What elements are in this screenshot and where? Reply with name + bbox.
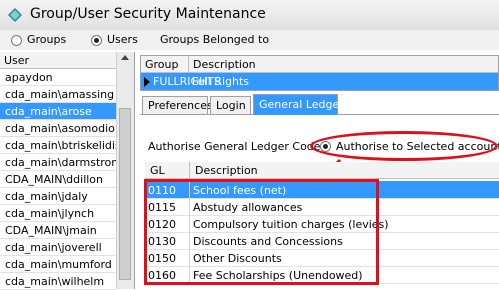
scroll-up-icon[interactable] xyxy=(121,55,129,60)
user-list-item[interactable]: cda_main\btriskelidis xyxy=(0,137,116,154)
group-column-header[interactable]: Group xyxy=(141,56,189,73)
user-list-item[interactable]: cda_main\arose xyxy=(0,103,116,120)
user-list-item[interactable]: cda_main\darmstrong xyxy=(0,154,116,171)
user-list-item[interactable]: cda_main\jdaly xyxy=(0,188,116,205)
row-pointer-icon xyxy=(144,77,150,87)
tab-preferences[interactable]: Preferences xyxy=(142,96,213,114)
groups-radio[interactable] xyxy=(11,35,22,46)
groups-belonged-label: Groups Belonged to xyxy=(160,33,270,46)
annotation-oval xyxy=(310,131,498,161)
authorise-gl-label: Authorise General Ledger Codes: xyxy=(148,140,330,153)
user-list-item[interactable]: cda_main\asomodio xyxy=(0,120,116,137)
groups-grid[interactable]: Group Description FULLRIGHTS Full Rights xyxy=(140,55,499,91)
tab-login[interactable]: Login xyxy=(210,96,251,114)
users-radio-label[interactable]: Users xyxy=(107,33,138,46)
group-row[interactable]: FULLRIGHTS Full Rights xyxy=(141,73,498,90)
gl-code-header[interactable]: GL Code xyxy=(145,162,190,190)
user-list-item[interactable]: CDA_MAIN\jmain xyxy=(0,222,116,239)
user-list-item[interactable]: apaydon xyxy=(0,69,116,86)
gl-description-header[interactable]: Description xyxy=(190,162,499,179)
users-radio[interactable] xyxy=(91,35,102,46)
user-list-item[interactable]: cda_main\joverell xyxy=(0,239,116,256)
groups-radio-label[interactable]: Groups xyxy=(27,33,66,46)
user-list-item[interactable]: CDA_MAIN\ddillon xyxy=(0,171,116,188)
tab-general-ledger[interactable]: General Ledger xyxy=(253,94,344,115)
user-list-scrollbar[interactable] xyxy=(116,52,134,289)
window-title: Group/User Security Maintenance xyxy=(30,6,266,22)
scrollbar-thumb[interactable] xyxy=(119,108,131,280)
user-list-item[interactable]: cda_main\jlynch xyxy=(0,205,116,222)
user-list-item[interactable]: cda_main\mumford xyxy=(0,256,116,273)
group-description-header[interactable]: Description xyxy=(189,56,498,73)
user-column-header[interactable]: User xyxy=(0,52,116,69)
annotation-box xyxy=(144,179,379,285)
user-list[interactable]: User apaydon cda_main\amassing cda_main\ar… xyxy=(0,52,135,290)
user-list-item[interactable]: cda_main\wilhelm xyxy=(0,273,116,290)
app-icon xyxy=(8,8,22,22)
title-bar: Group/User Security Maintenance xyxy=(0,0,499,31)
group-description: Full Rights xyxy=(192,75,250,88)
user-list-item[interactable]: cda_main\amassing xyxy=(0,86,116,103)
